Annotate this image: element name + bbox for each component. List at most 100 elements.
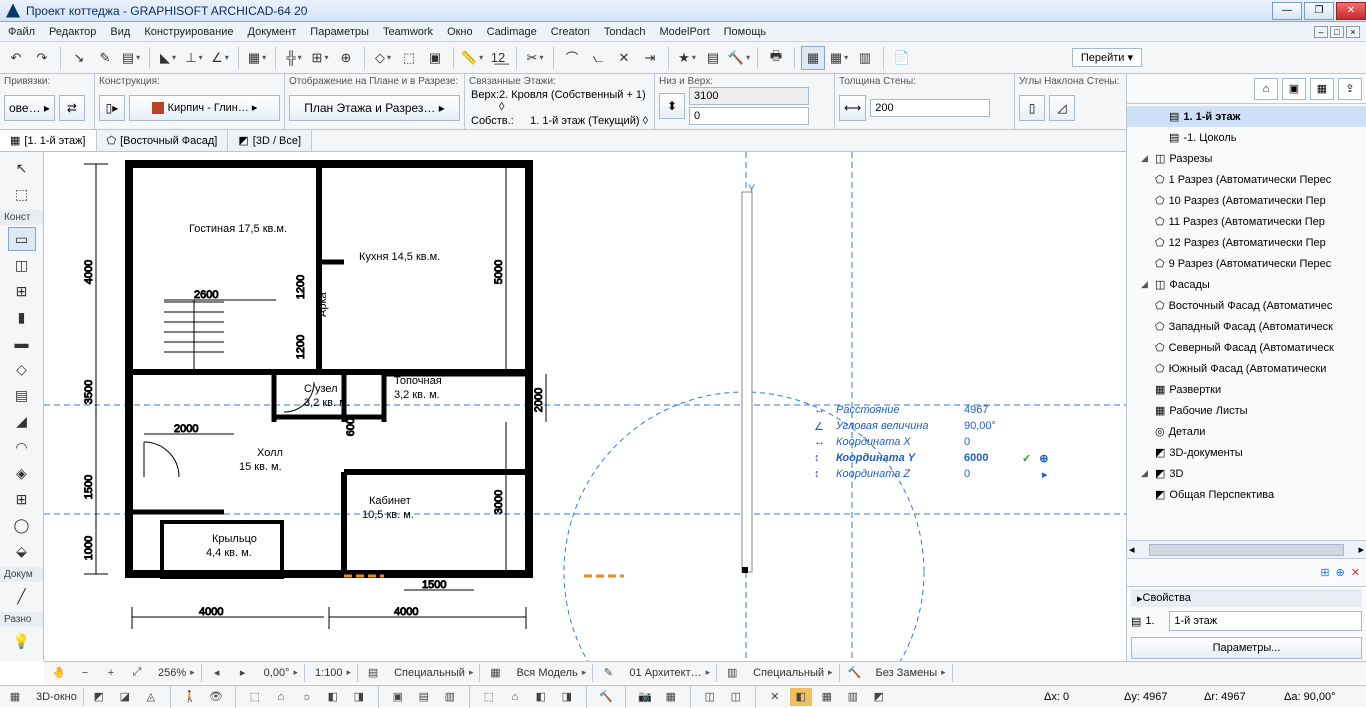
morph-tool[interactable]: ◯ <box>8 513 36 537</box>
wall-tool[interactable]: ▭ <box>8 227 36 251</box>
scale-value[interactable]: 1:100 <box>309 664 358 682</box>
nav-tab-publisher[interactable]: ⇪ <box>1338 78 1362 100</box>
menu-teamwork[interactable]: Teamwork <box>383 26 433 38</box>
link-icon[interactable]: ⬍ <box>659 93 685 119</box>
dim12-icon[interactable]: 1̲2̲ <box>486 46 510 70</box>
menu-help[interactable]: Помощь <box>724 26 767 38</box>
palette-group-dokum[interactable]: Докум <box>0 567 43 582</box>
bt-6[interactable]: ⬚ <box>244 688 266 706</box>
object-tool[interactable]: ⬙ <box>8 539 36 563</box>
minimize-button[interactable]: — <box>1272 2 1302 20</box>
curtain-tool[interactable]: ⊞ <box>8 487 36 511</box>
mdi-close[interactable]: × <box>1346 26 1360 38</box>
bt-3[interactable]: ◬ <box>140 688 162 706</box>
favorites-button[interactable]: ★ <box>675 46 699 70</box>
suspend-group-button[interactable]: ⬚ <box>397 46 421 70</box>
intersect-button[interactable]: ✕ <box>612 46 636 70</box>
mvo-icon[interactable]: ▥ <box>721 664 743 682</box>
maximize-button[interactable]: ❐ <box>1304 2 1334 20</box>
bt-11[interactable]: ▣ <box>387 688 409 706</box>
bt-21[interactable]: ◫ <box>699 688 721 706</box>
bt-16[interactable]: ◧ <box>530 688 552 706</box>
display-dropdown[interactable]: План Этажа и Разрез… ▸ <box>289 95 460 121</box>
opt-icon-1[interactable]: 🤚 <box>48 664 70 682</box>
3d-window-label[interactable]: 3D-окно <box>30 688 84 706</box>
bt-9[interactable]: ◧ <box>322 688 344 706</box>
mdi-restore[interactable]: □ <box>1330 26 1344 38</box>
tree-sections[interactable]: ◢◫Разрезы <box>1127 148 1366 169</box>
bt-4[interactable]: 🚶 <box>179 688 201 706</box>
props-header[interactable]: ▸ Свойства <box>1131 589 1362 607</box>
bt-26[interactable]: ▥ <box>842 688 864 706</box>
tree-3d[interactable]: ◢◩3D <box>1127 463 1366 484</box>
bt-22[interactable]: ◫ <box>725 688 747 706</box>
material-dropdown[interactable]: Кирпич - Глин… ▸ <box>129 95 280 121</box>
renovate-button[interactable]: 🔨 <box>727 46 751 70</box>
mvo-combo[interactable]: Специальный <box>747 664 839 682</box>
marquee-tool[interactable]: ⬚ <box>8 182 36 206</box>
navigator-tree[interactable]: ▤1. 1-й этаж ▤-1. Цоколь ◢◫Разрезы ⬠1 Ра… <box>1127 104 1366 540</box>
shell-tool[interactable]: ◠ <box>8 435 36 459</box>
rot-prev-icon[interactable]: ◂ <box>206 664 228 682</box>
bt-5[interactable]: 👁 <box>205 688 227 706</box>
nav-tab-layout[interactable]: ▦ <box>1310 78 1334 100</box>
bt-19[interactable]: 📷 <box>634 688 656 706</box>
menu-tondach[interactable]: Tondach <box>604 26 646 38</box>
props-settings-button[interactable]: Параметры... <box>1131 637 1362 659</box>
rotation-value[interactable]: 0,00° <box>258 664 305 682</box>
roof-tool[interactable]: ◢ <box>8 409 36 433</box>
bt-2[interactable]: ◪ <box>114 688 136 706</box>
bt-25[interactable]: ▦ <box>816 688 838 706</box>
ruler-button[interactable]: ◣ <box>156 46 180 70</box>
undo-button[interactable]: ↶ <box>4 46 28 70</box>
slab-tool[interactable]: ◇ <box>8 357 36 381</box>
menu-design[interactable]: Конструирование <box>144 26 233 38</box>
tree-details[interactable]: ◎Детали <box>1127 421 1366 442</box>
snap-dropdown[interactable]: ове… ▸ <box>4 95 55 121</box>
elem-snap-button[interactable]: ◇ <box>371 46 395 70</box>
beam-tool[interactable]: ▬ <box>8 331 36 355</box>
3d-icon[interactable]: ▦ <box>4 688 26 706</box>
measure-button[interactable]: 📏 <box>460 46 484 70</box>
tree-elev-north[interactable]: ⬠Северный Фасад (Автоматическ <box>1127 337 1366 358</box>
close-button[interactable]: ✕ <box>1336 2 1366 20</box>
snap-mode-button[interactable]: ⇄ <box>59 95 85 121</box>
fillet-button[interactable]: ⦦ <box>586 46 610 70</box>
menu-options[interactable]: Параметры <box>310 26 369 38</box>
bt-15[interactable]: ⌂ <box>504 688 526 706</box>
bt-7[interactable]: ⌂ <box>270 688 292 706</box>
cursor-snap-button[interactable]: ▤ <box>119 46 143 70</box>
door-tool[interactable]: ◫ <box>8 253 36 277</box>
tree-perspective[interactable]: ◩Общая Перспектива <box>1127 484 1366 505</box>
tree-3ddocs[interactable]: ◩3D-документы <box>1127 442 1366 463</box>
menu-cadimage[interactable]: Cadimage <box>487 26 537 38</box>
palette-group-konst[interactable]: Конст <box>0 210 43 225</box>
grid-options-button[interactable]: ⊞ <box>308 46 332 70</box>
skylight-tool[interactable]: ◈ <box>8 461 36 485</box>
zoom-out-icon[interactable]: − <box>74 664 96 682</box>
layer-combo[interactable]: Специальный <box>388 664 480 682</box>
bt-13[interactable]: ▥ <box>439 688 461 706</box>
mdi-minimize[interactable]: – <box>1314 26 1328 38</box>
palette-group-razno[interactable]: Разно <box>0 612 43 627</box>
layer-icon[interactable]: ▤ <box>362 664 384 682</box>
layer-settings-button[interactable]: ▤ <box>701 46 725 70</box>
nav-new-icon[interactable]: ⊞ <box>1320 566 1329 579</box>
zoom-fit-icon[interactable]: ⤢ <box>126 664 148 682</box>
thick-value[interactable]: 200 <box>870 99 990 117</box>
grid-snap-button[interactable]: ╬ <box>282 46 306 70</box>
tree-section-11[interactable]: ⬠11 Разрез (Автоматически Пер <box>1127 211 1366 232</box>
tree-section-10[interactable]: ⬠10 Разрез (Автоматически Пер <box>1127 190 1366 211</box>
tab-3d[interactable]: ◩[3D / Все] <box>228 130 312 151</box>
menu-document[interactable]: Документ <box>248 26 297 38</box>
angle-vert-button[interactable]: ▯ <box>1019 95 1045 121</box>
stair-tool[interactable]: ▤ <box>8 383 36 407</box>
line-tool[interactable]: ╱ <box>8 584 36 608</box>
print-button[interactable]: 🖶 <box>764 46 788 70</box>
arrow-tool[interactable]: ↖ <box>8 156 36 180</box>
nav-hscroll[interactable]: ◂▸ <box>1127 540 1366 558</box>
bt-12[interactable]: ▤ <box>413 688 435 706</box>
offset-button[interactable]: ▦ <box>245 46 269 70</box>
view1-button[interactable]: ▦ <box>801 46 825 70</box>
drawing-canvas[interactable]: Y Гостиная 17,5 кв.м. Кухня 1 <box>44 152 1126 661</box>
